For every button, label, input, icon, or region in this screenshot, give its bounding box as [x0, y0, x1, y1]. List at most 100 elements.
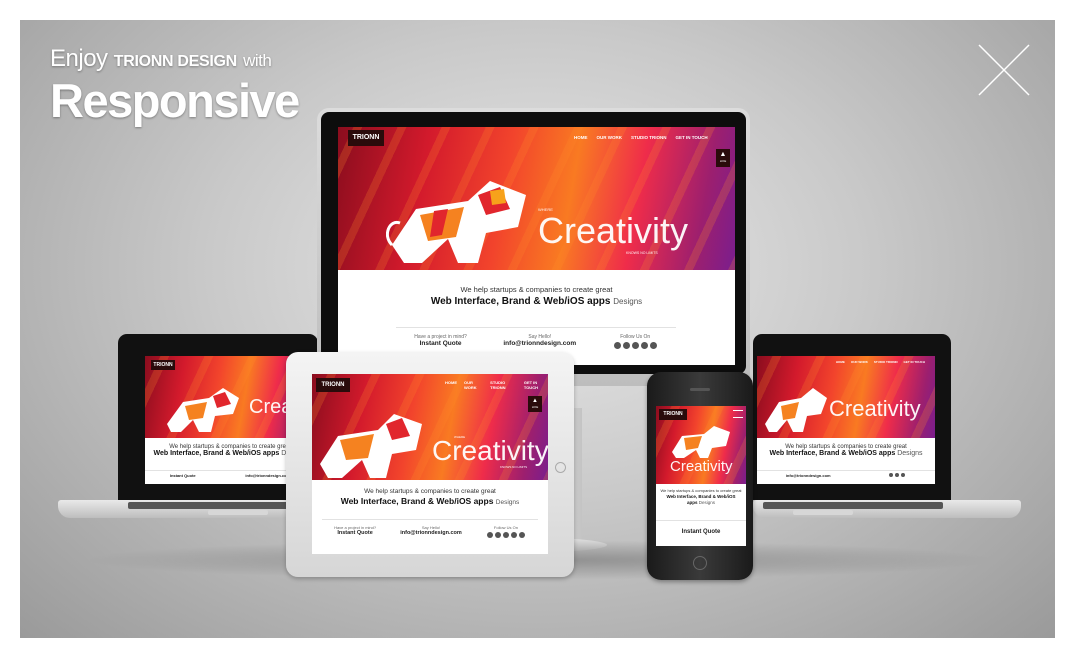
- nav-get-in-touch[interactable]: GET IN TOUCH: [904, 360, 925, 364]
- email-link[interactable]: info@trionndesign.com: [503, 340, 576, 347]
- lion-illustration: [167, 388, 239, 432]
- hero-banner: TRIONN Creativity: [656, 406, 746, 484]
- tagline: We help startups & companies to create g…: [656, 488, 746, 506]
- thumbs-up-icon: ▲: [719, 151, 727, 158]
- site-footer: Instant Quote: [656, 520, 746, 546]
- headline-prefix: Enjoy: [50, 45, 108, 72]
- tagline-bold: Web Interface, Brand & Web/iOS apps: [430, 296, 611, 307]
- site-nav: HOME OUR WORK STUDIO TRIONN GET IN TOUCH: [445, 380, 548, 390]
- tagline: We help startups & companies to create g…: [312, 488, 548, 506]
- laptop-right-screen: HOME OUR WORK STUDIO TRIONN GET IN TOUCH…: [757, 356, 935, 484]
- lion-illustration: [320, 414, 422, 478]
- footer-follow: Follow Us On: [613, 334, 658, 365]
- linkedin-icon[interactable]: [895, 473, 900, 477]
- instant-quote-link[interactable]: Instant Quote: [682, 529, 721, 535]
- laptop-left-trackpad: [208, 510, 268, 515]
- nav-home[interactable]: HOME: [574, 135, 588, 140]
- tagline-suffix: Designs: [897, 450, 923, 457]
- footer-hello: Say Hello! info@trionndesign.com: [400, 525, 462, 554]
- hero-word: Creativity: [829, 396, 921, 421]
- linkedin-icon[interactable]: [494, 532, 501, 538]
- nav-our-work[interactable]: OUR WORK: [851, 360, 868, 364]
- nav-our-work[interactable]: OUR WORK: [597, 135, 623, 140]
- site-logo: TRIONN: [316, 378, 350, 392]
- nav-our-work[interactable]: OUR WORK: [464, 380, 483, 390]
- nav-home[interactable]: HOME: [836, 360, 845, 364]
- like-button[interactable]: ▲ LIKE: [528, 396, 542, 412]
- laptop-right-trackpad: [793, 510, 853, 515]
- like-button[interactable]: ▲ LIKE: [716, 149, 730, 167]
- menu-icon[interactable]: [733, 410, 743, 418]
- site-footer: Have a project in mind? Instant Quote Sa…: [322, 519, 538, 554]
- tagline-bold-line: Web Interface, Brand & Web/iOS apps Desi…: [757, 450, 935, 457]
- nav-studio[interactable]: STUDIO TRIONN: [631, 135, 667, 140]
- laptop-left: TRIONN Creativity We help startups & com…: [58, 334, 318, 539]
- dribbble-icon[interactable]: [510, 532, 517, 538]
- nav-home[interactable]: HOME: [445, 380, 457, 390]
- twitter-icon[interactable]: [901, 473, 906, 477]
- tagline-bold-line: Web Interface, Brand & Web/iOS apps Desi…: [312, 496, 548, 506]
- headline-suffix: with: [243, 51, 272, 70]
- lion-illustration: [386, 181, 526, 263]
- laptop-right-base: [753, 500, 1021, 518]
- facebook-icon[interactable]: [613, 342, 621, 349]
- instant-quote-link[interactable]: Instant Quote: [334, 530, 376, 536]
- tagline-suffix: Designs: [698, 500, 716, 505]
- tagline-bold: Web Interface, Brand & Web/iOS apps: [769, 450, 896, 457]
- hero-sub: KNOWS NO LIMITS: [500, 465, 528, 469]
- twitter-icon[interactable]: [502, 532, 509, 538]
- facebook-icon[interactable]: [889, 473, 894, 477]
- tagline-top: We help startups & companies to create g…: [460, 285, 613, 294]
- email-link[interactable]: info@trionndesign.com: [245, 473, 290, 478]
- tagline-bold-line: Web Interface, Brand & Web/iOS apps Desi…: [656, 494, 746, 506]
- headline-line1: Enjoy TRIONN DESIGN with: [50, 44, 299, 77]
- nav-studio[interactable]: STUDIO TRIONN: [490, 380, 517, 390]
- tagline-suffix: Designs: [495, 499, 520, 506]
- laptop-left-keyboard: [128, 502, 303, 509]
- hero-word: Creativity: [432, 435, 548, 466]
- hero-banner: HOME OUR WORK STUDIO TRIONN GET IN TOUCH…: [757, 356, 935, 438]
- instant-quote-link[interactable]: Instant Quote: [414, 340, 467, 347]
- hero-small: WHERE: [454, 435, 466, 439]
- facebook-icon[interactable]: [486, 532, 493, 538]
- follow-label: Follow Us On: [620, 334, 651, 340]
- social-icons: [888, 473, 906, 484]
- email-link[interactable]: info@trionndesign.com: [400, 530, 462, 536]
- hero-word: Creativity: [670, 458, 733, 475]
- behance-icon[interactable]: [518, 532, 525, 538]
- lion-illustration: [765, 388, 827, 432]
- headline-title: Responsive: [50, 74, 300, 127]
- site-footer: info@trionndesign.com: [757, 470, 935, 484]
- responsive-promo-modal: Enjoy TRIONN DESIGN with Responsive TRIO…: [20, 20, 1055, 638]
- nav-get-in-touch[interactable]: GET IN TOUCH: [676, 135, 708, 140]
- instant-quote-link[interactable]: Instant Quote: [170, 473, 196, 478]
- like-label: LIKE: [531, 405, 539, 409]
- nav-get-in-touch[interactable]: GET IN TOUCH: [524, 380, 548, 390]
- phone-screen: TRIONN Creativity We help startups & com…: [656, 406, 746, 546]
- hero-banner: TRIONN HOME OUR WORK STUDIO TRIONN GET I…: [312, 374, 548, 480]
- linkedin-icon[interactable]: [622, 342, 630, 349]
- tagline: We help startups & companies to create g…: [757, 444, 935, 457]
- tablet-screen: TRIONN HOME OUR WORK STUDIO TRIONN GET I…: [312, 374, 548, 554]
- follow-label: Follow Us On: [493, 525, 518, 530]
- laptop-right-keyboard: [763, 502, 943, 509]
- laptop-left-base: [58, 500, 318, 518]
- hero-word: Creativity: [538, 210, 689, 251]
- dribbble-icon[interactable]: [640, 342, 648, 349]
- tablet: TRIONN HOME OUR WORK STUDIO TRIONN GET I…: [286, 352, 574, 577]
- email-link[interactable]: info@trionndesign.com: [786, 473, 831, 478]
- laptop-right: HOME OUR WORK STUDIO TRIONN GET IN TOUCH…: [753, 334, 1023, 539]
- tagline-suffix: Designs: [613, 297, 643, 306]
- close-button[interactable]: [976, 42, 1032, 98]
- twitter-icon[interactable]: [631, 342, 639, 349]
- site-logo: TRIONN: [348, 130, 384, 146]
- site-nav: HOME OUR WORK STUDIO TRIONN GET IN TOUCH: [836, 360, 925, 364]
- lion-illustration: [672, 426, 730, 458]
- tablet-home-button[interactable]: [555, 462, 566, 473]
- headline-brand: TRIONN DESIGN: [113, 53, 238, 70]
- behance-icon[interactable]: [649, 342, 657, 349]
- promo-headline: Enjoy TRIONN DESIGN with Responsive: [50, 44, 300, 127]
- hero-banner: TRIONN HOME OUR WORK STUDIO TRIONN GET I…: [338, 127, 735, 270]
- nav-studio[interactable]: STUDIO TRIONN: [874, 360, 898, 364]
- phone-home-button[interactable]: [693, 556, 707, 570]
